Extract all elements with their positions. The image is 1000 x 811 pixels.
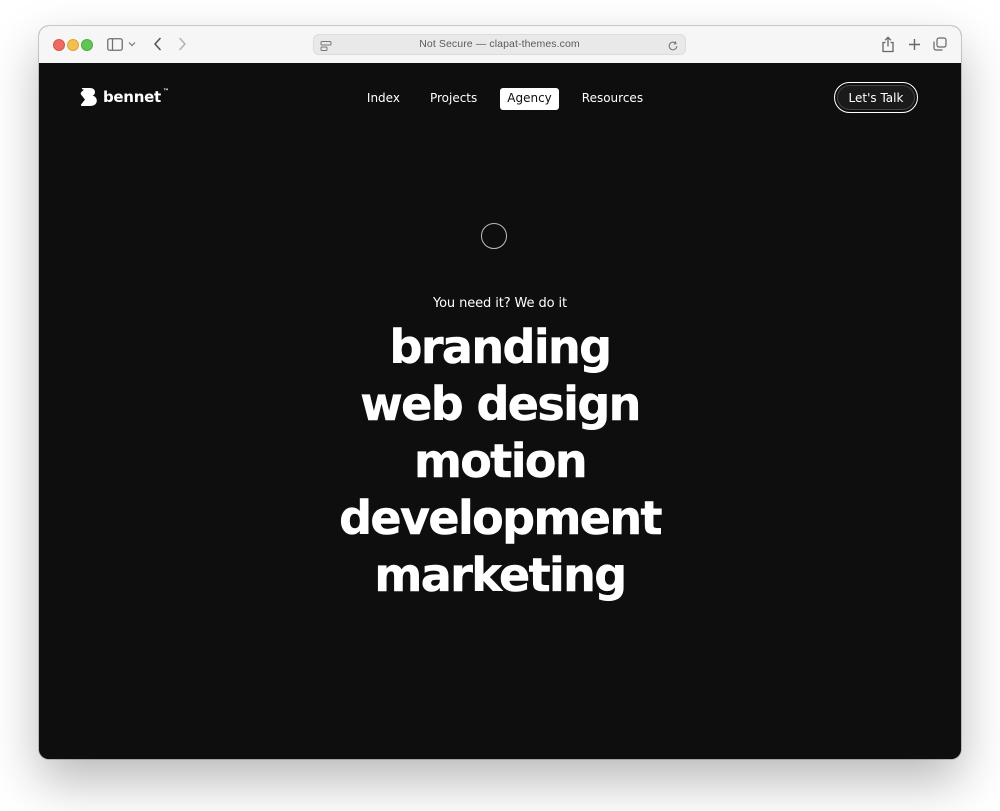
close-window-button[interactable] [53,39,65,51]
services-list: branding web design motion development m… [39,319,961,604]
plus-icon[interactable] [905,34,923,54]
browser-toolbar: Not Secure — clapat-themes.com [39,26,961,64]
site-logo[interactable]: bennet ™ [80,87,169,107]
service-marketing: marketing [374,548,627,603]
share-icon[interactable] [879,34,897,54]
service-development: development [339,491,663,546]
lets-talk-button[interactable]: Let's Talk [834,82,918,113]
chevron-left-icon[interactable] [150,34,164,54]
logo-mark-icon [80,88,97,106]
address-text: Not Secure — clapat-themes.com [419,38,580,50]
chevron-down-icon[interactable] [127,34,137,54]
cursor-ring [481,223,507,249]
main-nav-items: Index Projects Agency Resources [352,88,658,110]
nav-item-index[interactable]: Index [360,88,407,110]
sidebar-icon[interactable] [107,34,123,54]
logo-text: bennet [103,88,161,106]
service-web-design: web design [360,377,642,432]
reload-icon[interactable] [667,39,679,51]
nav-item-resources[interactable]: Resources [575,88,650,110]
service-branding: branding [389,320,612,375]
address-bar[interactable]: Not Secure — clapat-themes.com [313,34,686,55]
service-motion: motion [413,434,588,489]
zoom-window-button[interactable] [81,39,93,51]
logo-trademark: ™ [162,88,169,95]
tab-overview-icon[interactable] [931,34,949,54]
nav-item-agency[interactable]: Agency [500,88,559,110]
hero-tagline: You need it? We do it [432,296,568,311]
screenshot-stage: Not Secure — clapat-themes.com bennet ™ … [0,0,1000,811]
web-page: bennet ™ Index Projects Agency Resources… [39,63,961,759]
minimize-window-button[interactable] [67,39,79,51]
chevron-right-icon[interactable] [175,34,189,54]
browser-window: Not Secure — clapat-themes.com bennet ™ … [39,26,961,759]
main-nav: Index Projects Agency Resources [39,88,961,110]
nav-item-projects[interactable]: Projects [423,88,484,110]
